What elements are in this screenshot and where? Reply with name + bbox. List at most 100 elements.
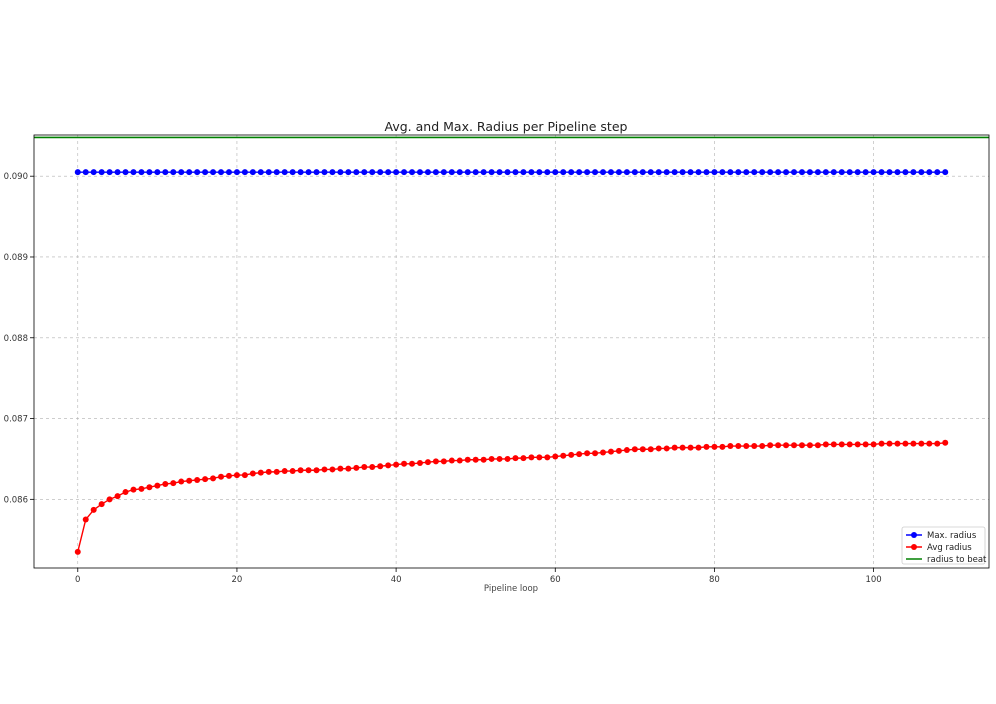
avg-radius-point: [711, 443, 718, 450]
avg-radius-point: [377, 463, 384, 470]
max-radius-point: [281, 169, 288, 176]
avg-radius-point: [297, 467, 304, 474]
avg-radius-point: [870, 441, 877, 448]
plot-area-frame: [33, 134, 990, 569]
avg-radius-point: [472, 456, 479, 463]
avg-radius-point: [138, 485, 145, 492]
avg-radius-point: [934, 440, 941, 447]
avg-radius-point: [480, 456, 487, 463]
avg-radius-point: [146, 484, 153, 491]
max-radius-point: [74, 169, 81, 176]
legend-label: Max. radius: [927, 531, 977, 541]
avg-radius-point: [345, 465, 352, 472]
avg-radius-point: [162, 480, 169, 487]
avg-radius-point: [273, 468, 280, 475]
max-radius-point: [401, 169, 408, 176]
avg-radius-point: [783, 442, 790, 449]
avg-radius-point: [241, 472, 248, 479]
avg-radius-point: [321, 466, 328, 473]
max-radius-point: [942, 169, 949, 176]
x-tick-label: 0: [75, 575, 80, 585]
max-radius-point: [886, 169, 893, 176]
max-radius-point: [448, 169, 455, 176]
max-radius-point: [329, 169, 336, 176]
max-radius-point: [560, 169, 567, 176]
avg-radius-point: [409, 460, 416, 467]
max-radius-point: [90, 169, 97, 176]
max-radius-point: [170, 169, 177, 176]
avg-radius-point: [361, 464, 368, 471]
max-radius-point: [775, 169, 782, 176]
avg-radius-point: [687, 444, 694, 451]
avg-radius-point: [432, 458, 439, 465]
avg-radius-point: [918, 440, 925, 447]
avg-radius-point: [854, 441, 861, 448]
max-radius-point: [687, 169, 694, 176]
max-radius-point: [767, 169, 774, 176]
max-radius-point: [607, 169, 614, 176]
max-radius-point: [528, 169, 535, 176]
max-radius-point: [639, 169, 646, 176]
max-radius-point: [623, 169, 630, 176]
max-radius-point: [393, 169, 400, 176]
avg-radius-point: [727, 443, 734, 450]
avg-radius-point: [838, 441, 845, 448]
max-radius-point: [377, 169, 384, 176]
chart-title: Avg. and Max. Radius per Pipeline step: [385, 119, 628, 134]
x-tick-label: 60: [550, 575, 561, 585]
max-radius-point: [830, 169, 837, 176]
avg-radius-point: [512, 455, 519, 462]
max-radius-point: [241, 169, 248, 176]
avg-radius-point: [281, 468, 288, 475]
max-radius-point: [862, 169, 869, 176]
avg-radius-point: [74, 548, 81, 555]
legend: Max. radius Avg radius radius to beat: [901, 526, 987, 565]
avg-radius-point: [544, 454, 551, 461]
max-radius-point: [568, 169, 575, 176]
max-radius-point: [791, 169, 798, 176]
avg-radius-point: [798, 442, 805, 449]
avg-radius-point: [385, 462, 392, 469]
avg-radius-point: [329, 466, 336, 473]
avg-radius-point: [910, 440, 917, 447]
max-radius-point: [504, 169, 511, 176]
max-radius-point: [743, 169, 750, 176]
avg-radius-point: [703, 443, 710, 450]
avg-radius-point: [122, 489, 129, 496]
avg-radius-point: [671, 444, 678, 451]
avg-radius-point: [313, 467, 320, 474]
avg-radius-point: [520, 455, 527, 462]
y-tick-label: 0.088: [4, 334, 28, 344]
max-radius-point: [416, 169, 423, 176]
max-radius-point: [218, 169, 225, 176]
avg-radius-point: [775, 442, 782, 449]
avg-radius-point: [743, 443, 750, 450]
avg-radius-line: [77, 442, 946, 553]
max-radius-point: [703, 169, 710, 176]
avg-radius-point: [369, 464, 376, 471]
avg-radius-point: [814, 442, 821, 449]
avg-radius-point: [655, 445, 662, 452]
avg-radius-point: [600, 449, 607, 456]
avg-radius-point: [663, 445, 670, 452]
avg-radius-point: [886, 440, 893, 447]
max-radius-point: [695, 169, 702, 176]
avg-radius-point: [759, 443, 766, 450]
avg-radius-point: [488, 455, 495, 462]
max-radius-point: [806, 169, 813, 176]
avg-radius-point: [751, 443, 758, 450]
avg-radius-point: [186, 477, 193, 484]
max-radius-point: [671, 169, 678, 176]
max-radius-point: [584, 169, 591, 176]
max-radius-point: [225, 169, 232, 176]
max-radius-point: [249, 169, 256, 176]
max-radius-point: [783, 169, 790, 176]
max-radius-point: [894, 169, 901, 176]
max-radius-point: [838, 169, 845, 176]
max-radius-point: [289, 169, 296, 176]
max-radius-point: [409, 169, 416, 176]
x-tick-label: 100: [865, 575, 881, 585]
legend-label: radius to beat: [927, 555, 987, 565]
avg-radius-point: [424, 459, 431, 466]
avg-radius-point: [440, 458, 447, 465]
